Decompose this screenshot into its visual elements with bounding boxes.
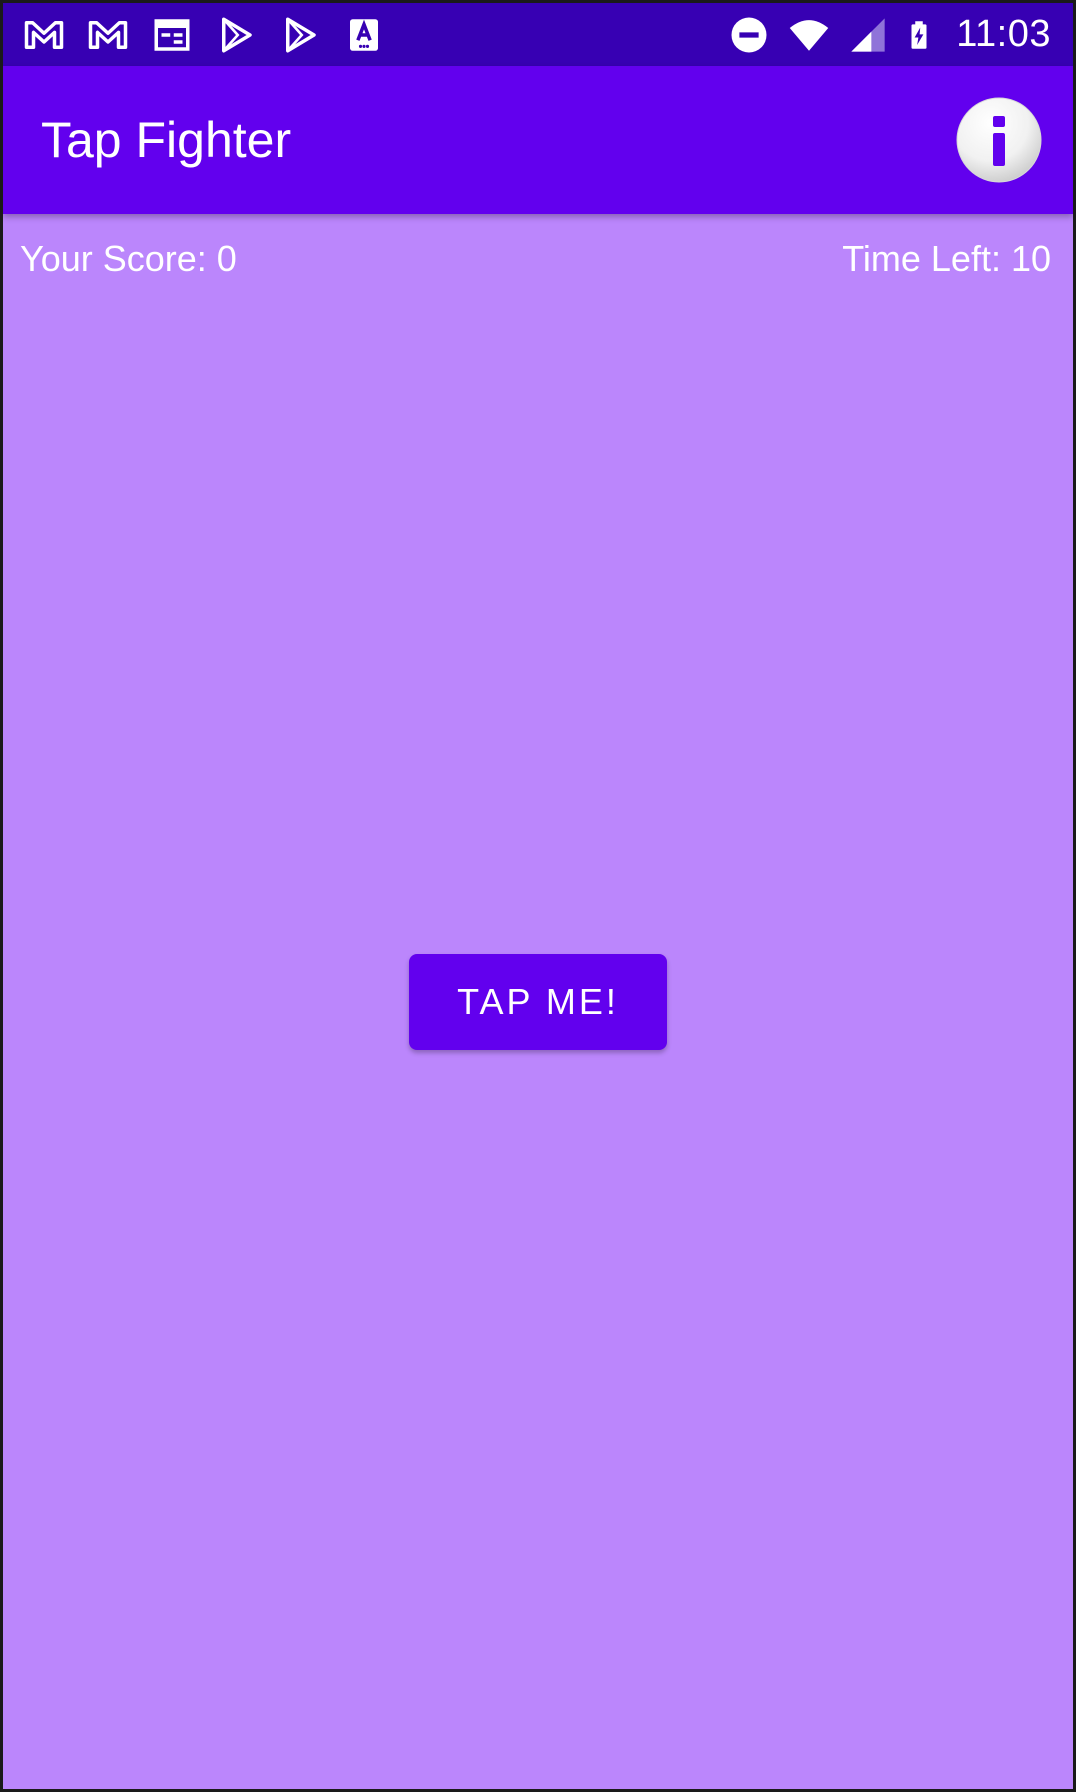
status-clock: 11:03: [956, 13, 1051, 55]
cellular-signal-icon: [848, 14, 888, 56]
calendar-icon: [151, 14, 193, 56]
play-store-icon: [215, 14, 257, 56]
score-label: Your Score: 0: [20, 238, 237, 279]
gmail-icon: [87, 14, 129, 56]
time-left-label: Time Left: 10: [842, 238, 1051, 279]
notification-icons: [23, 3, 385, 66]
do-not-disturb-icon: [728, 14, 770, 56]
app-title: Tap Fighter: [41, 112, 292, 168]
play-store-icon: [279, 14, 321, 56]
phone-screen: 11:03 Tap Fighter Your Score: 0 Time Lef…: [0, 0, 1076, 1792]
gmail-icon: [23, 14, 65, 56]
info-button[interactable]: [955, 96, 1043, 184]
app-bar: Tap Fighter: [3, 66, 1073, 214]
battery-charging-icon: [904, 14, 934, 56]
font-app-icon: [343, 14, 385, 56]
info-icon[interactable]: [955, 96, 1043, 184]
game-area: Your Score: 0 Time Left: 10 TAP ME!: [3, 214, 1073, 1789]
tap-me-button[interactable]: TAP ME!: [409, 954, 667, 1050]
status-bar: 11:03: [3, 3, 1073, 66]
system-icons: 11:03: [728, 3, 1051, 66]
wifi-icon: [786, 14, 832, 56]
